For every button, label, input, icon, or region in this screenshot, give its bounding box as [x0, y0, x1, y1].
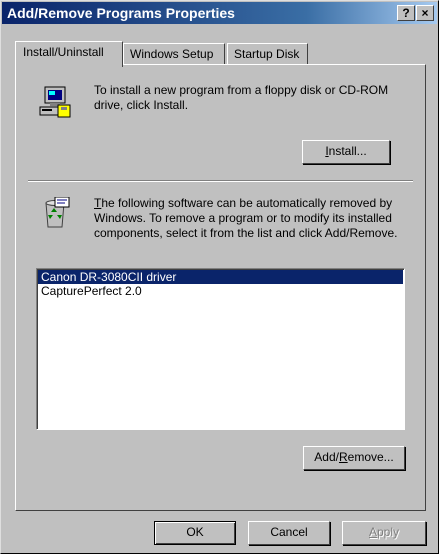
install-button-label-rest: nstall...: [328, 144, 367, 158]
section-divider: [28, 180, 413, 182]
add-remove-programs-dialog: Add/Remove Programs Properties ? × Insta…: [0, 0, 439, 554]
install-uninstall-panel: To install a new program from a floppy d…: [15, 64, 426, 511]
install-button[interactable]: Install...: [302, 140, 390, 164]
uninstall-description: The following software can be automatica…: [94, 196, 414, 241]
cancel-button[interactable]: Cancel: [248, 521, 330, 545]
add-remove-label-rest: emove...: [347, 450, 394, 464]
recycle-bin-icon: [38, 196, 72, 231]
install-description: To install a new program from a floppy d…: [94, 83, 389, 112]
list-item[interactable]: Canon DR-3080CII driver: [38, 270, 403, 284]
tab-label: Install/Uninstall: [23, 45, 104, 59]
tab-label: Windows Setup: [130, 47, 214, 61]
apply-label-rest: pply: [377, 525, 400, 539]
close-button[interactable]: ×: [416, 5, 434, 21]
ok-button[interactable]: OK: [154, 521, 236, 545]
title-bar[interactable]: Add/Remove Programs Properties ? ×: [2, 2, 437, 24]
window-title: Add/Remove Programs Properties: [7, 5, 235, 21]
computer-install-icon: [38, 85, 72, 119]
tab-install-uninstall[interactable]: Install/Uninstall: [15, 41, 123, 67]
installed-programs-list[interactable]: Canon DR-3080CII driver CapturePerfect 2…: [36, 268, 405, 430]
add-remove-accelerator: R: [338, 450, 348, 464]
list-item[interactable]: CapturePerfect 2.0: [38, 284, 403, 298]
add-remove-label-prefix: Add/: [314, 450, 339, 464]
help-button[interactable]: ?: [397, 5, 415, 21]
apply-accelerator: A: [368, 525, 377, 539]
tab-startup-disk[interactable]: Startup Disk: [227, 43, 308, 65]
tab-label: Startup Disk: [234, 47, 300, 61]
add-remove-button[interactable]: Add/Remove...: [303, 446, 405, 470]
tab-windows-setup[interactable]: Windows Setup: [123, 43, 225, 65]
uninstall-description-text: he following software can be automatical…: [94, 196, 398, 240]
apply-button[interactable]: Apply: [342, 521, 426, 545]
